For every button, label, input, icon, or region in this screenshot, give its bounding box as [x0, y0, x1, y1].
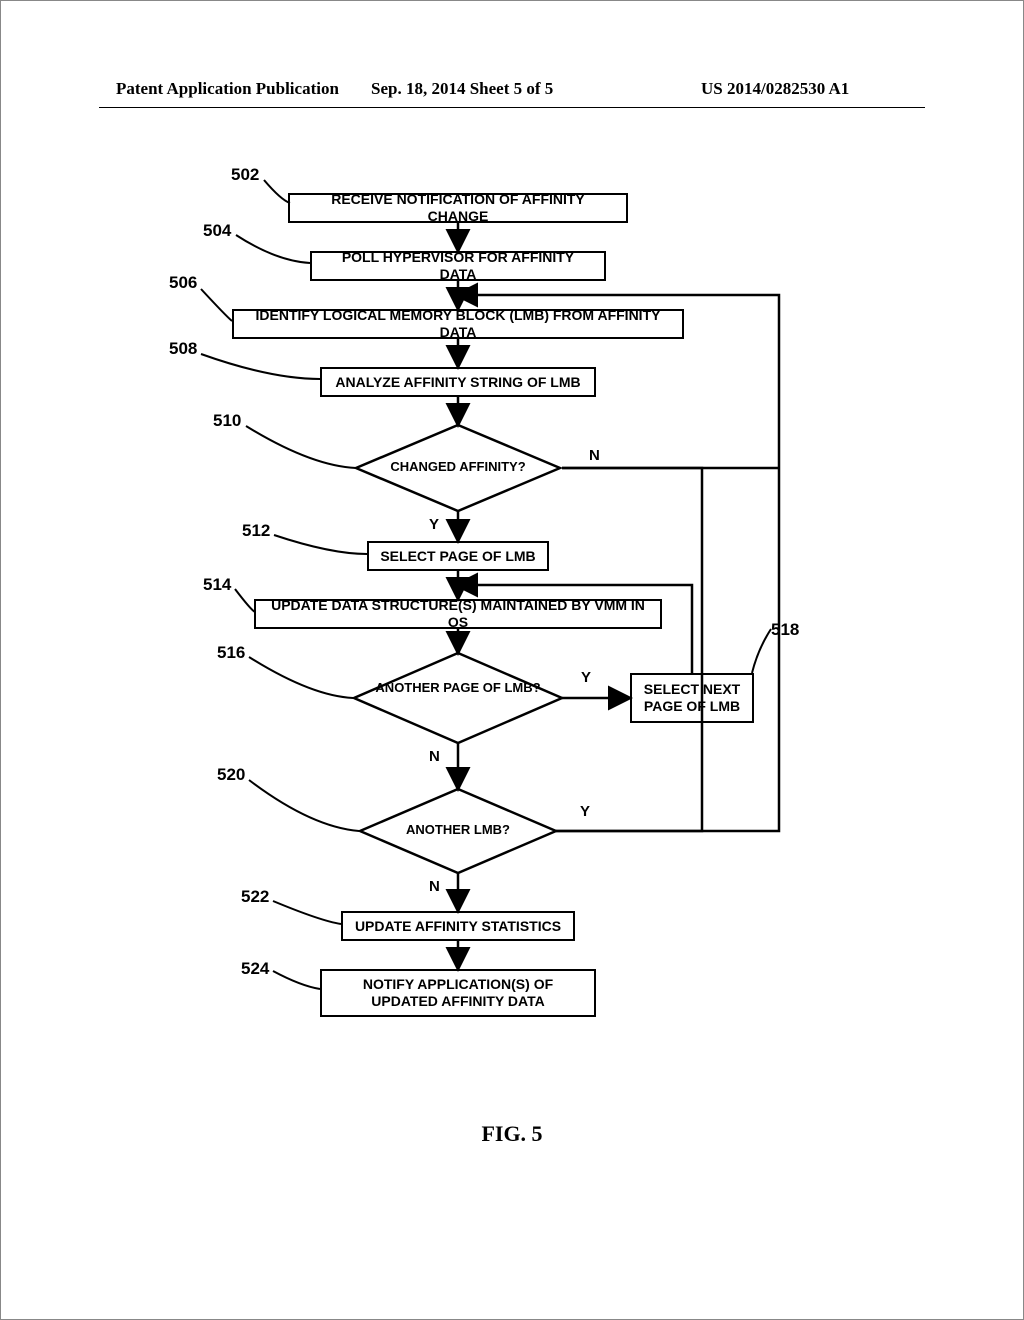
label-520-n: N [429, 878, 440, 895]
diamond-shape-516 [352, 651, 564, 745]
ref-506: 506 [169, 273, 197, 293]
step-506: IDENTIFY LOGICAL MEMORY BLOCK (LMB) FROM… [232, 309, 684, 339]
ref-520: 520 [217, 765, 245, 785]
label-516-y: Y [581, 669, 591, 686]
label-520-y: Y [580, 803, 590, 820]
step-508: ANALYZE AFFINITY STRING OF LMB [320, 367, 596, 397]
figure-caption: FIG. 5 [1, 1121, 1023, 1147]
page: Patent Application Publication Sep. 18, … [0, 0, 1024, 1320]
ref-512: 512 [242, 521, 270, 541]
step-512: SELECT PAGE OF LMB [367, 541, 549, 571]
ref-510: 510 [213, 411, 241, 431]
decision-510: CHANGED AFFINITY? [354, 423, 562, 513]
ref-504: 504 [203, 221, 231, 241]
ref-516: 516 [217, 643, 245, 663]
step-504: POLL HYPERVISOR FOR AFFINITY DATA [310, 251, 606, 281]
step-522: UPDATE AFFINITY STATISTICS [341, 911, 575, 941]
label-510-y: Y [429, 516, 439, 533]
decision-520-label: ANOTHER LMB? [358, 822, 558, 837]
ref-514: 514 [203, 575, 231, 595]
decision-520: ANOTHER LMB? [358, 787, 558, 875]
ref-508: 508 [169, 339, 197, 359]
step-524: NOTIFY APPLICATION(S) OF UPDATED AFFINIT… [320, 969, 596, 1017]
header-right: US 2014/0282530 A1 [701, 79, 849, 99]
ref-518: 518 [771, 620, 799, 640]
header-rule [99, 107, 925, 108]
ref-522: 522 [241, 887, 269, 907]
step-502: RECEIVE NOTIFICATION OF AFFINITY CHANGE [288, 193, 628, 223]
step-514: UPDATE DATA STRUCTURE(S) MAINTAINED BY V… [254, 599, 662, 629]
decision-516-label: ANOTHER PAGE OF LMB? [352, 681, 564, 696]
header-mid: Sep. 18, 2014 Sheet 5 of 5 [371, 79, 553, 99]
decision-516: ANOTHER PAGE OF LMB? [352, 651, 564, 745]
ref-524: 524 [241, 959, 269, 979]
flowchart: RECEIVE NOTIFICATION OF AFFINITY CHANGE … [1, 151, 1024, 1151]
page-header: Patent Application Publication Sep. 18, … [1, 79, 1023, 99]
decision-510-label: CHANGED AFFINITY? [354, 459, 562, 474]
header-left: Patent Application Publication [116, 79, 339, 99]
label-516-n: N [429, 748, 440, 765]
step-518: SELECT NEXT PAGE OF LMB [630, 673, 754, 723]
label-510-n: N [589, 447, 600, 464]
ref-502: 502 [231, 165, 259, 185]
